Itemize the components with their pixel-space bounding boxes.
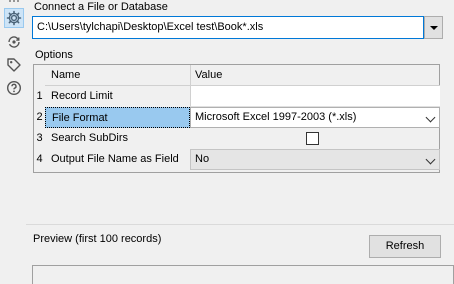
row-index: 1 — [36, 90, 43, 102]
grid-header-row: Name Value — [34, 65, 440, 86]
help-icon[interactable] — [4, 78, 24, 98]
dropdown-arrow-icon — [429, 25, 438, 30]
header-name: Name — [45, 65, 190, 86]
table-row[interactable]: 4 Output File Name as Field No — [34, 149, 440, 170]
options-grid: Name Value 1 Record Limit 2 File Format … — [33, 64, 440, 173]
rail-grip — [9, 0, 19, 4]
search-subdirs-cell — [190, 128, 440, 149]
option-name-search-subdirs: Search SubDirs — [51, 132, 129, 144]
table-row[interactable]: 2 File Format Microsoft Excel 1997-2003 … — [34, 107, 440, 128]
configuration-panel: Connect a File or Database C:\Users\tylc… — [26, 0, 454, 284]
chevron-down-icon — [425, 112, 436, 123]
output-file-name-value: No — [195, 153, 210, 165]
connection-dropdown-button[interactable] — [424, 16, 443, 39]
output-file-name-select[interactable]: No — [190, 149, 440, 170]
connection-icon[interactable] — [4, 32, 24, 52]
option-name-output-file-name: Output File Name as Field — [51, 153, 179, 165]
options-label: Options — [35, 49, 73, 61]
row-index: 3 — [36, 132, 43, 144]
row-index: 2 — [36, 111, 43, 123]
search-subdirs-checkbox[interactable] — [306, 132, 319, 145]
option-name-file-format: File Format — [45, 107, 190, 128]
preview-results-area — [32, 265, 454, 284]
tool-icon-rail — [0, 0, 26, 284]
chevron-down-icon — [425, 154, 436, 165]
header-index-cell — [34, 65, 45, 86]
tag-icon[interactable] — [4, 55, 24, 75]
settings-gear-icon[interactable] — [4, 8, 24, 28]
table-row[interactable]: 3 Search SubDirs — [34, 128, 439, 149]
header-value: Value — [190, 65, 440, 86]
file-format-select[interactable]: Microsoft Excel 1997-2003 (*.xls) — [190, 107, 440, 128]
record-limit-value[interactable] — [190, 86, 440, 107]
connection-path-input[interactable]: C:\Users\tylchapi\Desktop\Excel test\Boo… — [32, 16, 424, 39]
refresh-button[interactable]: Refresh — [369, 235, 441, 258]
table-row[interactable]: 1 Record Limit — [34, 86, 440, 107]
option-name-record-limit: Record Limit — [51, 90, 113, 102]
file-format-value: Microsoft Excel 1997-2003 (*.xls) — [195, 111, 357, 123]
row-index: 4 — [36, 153, 43, 165]
preview-label: Preview (first 100 records) — [33, 233, 162, 245]
connect-label: Connect a File or Database — [34, 1, 168, 13]
